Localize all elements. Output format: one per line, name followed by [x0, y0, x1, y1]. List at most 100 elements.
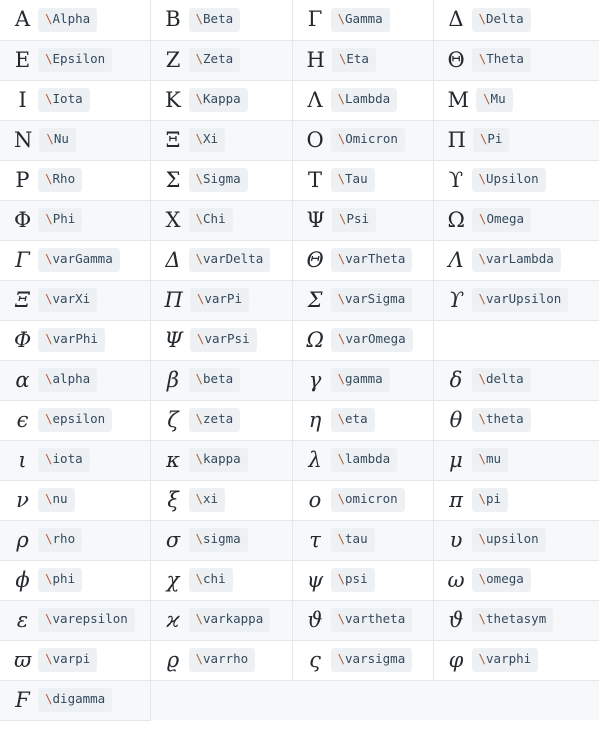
symbol-cell[interactable]: Φ \Phi [0, 200, 151, 241]
latex-command[interactable]: \omicron [330, 488, 405, 512]
latex-command[interactable]: \varLambda [471, 248, 561, 272]
symbol-cell[interactable]: Α \Alpha [0, 0, 151, 41]
latex-command[interactable]: \sigma [188, 528, 248, 552]
latex-command[interactable]: \varOmega [330, 328, 413, 352]
symbol-cell[interactable]: τ \tau [292, 520, 434, 561]
symbol-cell[interactable]: Ξ \varXi [0, 280, 151, 321]
latex-command[interactable]: \Pi [472, 128, 510, 152]
latex-command[interactable]: \Sigma [188, 168, 248, 192]
symbol-cell[interactable]: Δ \varDelta [150, 240, 293, 281]
latex-command[interactable]: \eta [330, 408, 375, 432]
latex-command[interactable]: \Iota [38, 88, 90, 112]
symbol-cell[interactable]: Κ \Kappa [150, 80, 293, 121]
latex-command[interactable]: \Tau [330, 168, 375, 192]
latex-command[interactable]: \xi [188, 488, 226, 512]
symbol-cell[interactable]: Η \Eta [292, 40, 434, 81]
symbol-cell[interactable]: Μ \Mu [433, 80, 599, 121]
symbol-cell[interactable]: ν \nu [0, 480, 151, 521]
symbol-cell[interactable]: Γ \varGamma [0, 240, 151, 281]
latex-command[interactable]: \varGamma [38, 248, 120, 272]
latex-command[interactable]: \chi [188, 568, 233, 592]
symbol-cell[interactable]: Ω \varOmega [292, 320, 434, 361]
symbol-cell[interactable]: ϒ \Upsilon [433, 160, 599, 201]
symbol-cell[interactable]: Χ \Chi [150, 200, 293, 241]
symbol-cell[interactable]: ϑ \vartheta [292, 600, 434, 641]
latex-command[interactable]: \Phi [38, 208, 83, 232]
symbol-cell[interactable]: Ι \Iota [0, 80, 151, 121]
latex-command[interactable]: \varPi [189, 288, 249, 312]
latex-command[interactable]: \Kappa [188, 88, 248, 112]
symbol-cell[interactable]: Λ \Lambda [292, 80, 434, 121]
symbol-cell[interactable]: ϑ \thetasym [433, 600, 599, 641]
symbol-cell[interactable]: Ω \Omega [433, 200, 599, 241]
latex-command[interactable]: \delta [471, 368, 531, 392]
symbol-cell[interactable]: λ \lambda [292, 440, 434, 481]
symbol-cell[interactable]: Θ \Theta [433, 40, 599, 81]
symbol-cell[interactable]: Λ \varLambda [433, 240, 599, 281]
symbol-cell[interactable]: Δ \Delta [433, 0, 599, 41]
latex-command[interactable]: \varDelta [188, 248, 271, 272]
symbol-cell[interactable]: Ξ \Xi [150, 120, 293, 161]
latex-command[interactable]: \Lambda [330, 88, 398, 112]
symbol-cell[interactable]: Ν \Nu [0, 120, 151, 161]
latex-command[interactable]: \Xi [188, 128, 226, 152]
symbol-cell[interactable]: Ψ \varPsi [150, 320, 293, 361]
latex-command[interactable]: \Rho [38, 168, 83, 192]
symbol-cell[interactable]: Γ \Gamma [292, 0, 434, 41]
symbol-cell[interactable]: ζ \zeta [150, 400, 293, 441]
latex-command[interactable]: \upsilon [471, 528, 546, 552]
latex-command[interactable]: \digamma [38, 688, 113, 712]
latex-command[interactable]: \varsigma [330, 648, 413, 672]
symbol-cell[interactable]: Τ \Tau [292, 160, 434, 201]
symbol-cell[interactable]: ϰ \varkappa [150, 600, 293, 641]
latex-command[interactable]: \vartheta [330, 608, 413, 632]
symbol-cell[interactable]: ϒ \varUpsilon [433, 280, 599, 321]
symbol-cell[interactable]: Π \varPi [150, 280, 293, 321]
symbol-cell[interactable]: ξ \xi [150, 480, 293, 521]
latex-command[interactable]: \lambda [330, 448, 398, 472]
latex-command[interactable]: \Theta [471, 48, 531, 72]
symbol-cell[interactable]: Β \Beta [150, 0, 293, 41]
symbol-cell[interactable]: Ζ \Zeta [150, 40, 293, 81]
symbol-cell[interactable]: ϱ \varrho [150, 640, 293, 681]
symbol-cell[interactable]: Ε \Epsilon [0, 40, 151, 81]
latex-command[interactable]: \varkappa [188, 608, 271, 632]
latex-command[interactable]: \rho [38, 528, 83, 552]
symbol-cell[interactable]: π \pi [433, 480, 599, 521]
symbol-cell[interactable]: φ \varphi [433, 640, 599, 681]
symbol-cell[interactable]: Φ \varPhi [0, 320, 151, 361]
symbol-cell[interactable]: σ \sigma [150, 520, 293, 561]
symbol-cell[interactable]: ε \varepsilon [0, 600, 151, 641]
latex-command[interactable]: \varphi [471, 648, 539, 672]
latex-command[interactable]: \kappa [188, 448, 248, 472]
symbol-cell[interactable]: χ \chi [150, 560, 293, 601]
latex-command[interactable]: \alpha [38, 368, 98, 392]
latex-command[interactable]: \epsilon [38, 408, 113, 432]
symbol-cell[interactable]: Σ \varSigma [292, 280, 434, 321]
latex-command[interactable]: \varrho [188, 648, 256, 672]
latex-command[interactable]: \Omega [471, 208, 532, 232]
symbol-cell[interactable]: ϵ \epsilon [0, 400, 151, 441]
symbol-cell[interactable]: β \beta [150, 360, 293, 401]
symbol-cell[interactable]: ϕ \phi [0, 560, 151, 601]
latex-command[interactable]: \varUpsilon [471, 288, 569, 312]
latex-command[interactable]: \varSigma [330, 288, 413, 312]
latex-command[interactable]: \omega [471, 568, 531, 592]
latex-command[interactable]: \mu [471, 448, 509, 472]
latex-command[interactable]: \varPhi [38, 328, 105, 352]
latex-command[interactable]: \Beta [188, 8, 241, 32]
symbol-cell[interactable]: ς \varsigma [292, 640, 434, 681]
latex-command[interactable]: \tau [330, 528, 375, 552]
symbol-cell[interactable]: ι \iota [0, 440, 151, 481]
latex-command[interactable]: \psi [330, 568, 375, 592]
latex-command[interactable]: \theta [471, 408, 531, 432]
latex-command[interactable]: \Mu [476, 88, 513, 112]
latex-command[interactable]: \beta [188, 368, 241, 392]
latex-command[interactable]: \gamma [330, 368, 390, 392]
latex-command[interactable]: \Nu [39, 128, 76, 152]
latex-command[interactable]: \Eta [331, 48, 376, 72]
latex-command[interactable]: \Delta [471, 8, 531, 32]
symbol-cell[interactable]: ϖ \varpi [0, 640, 151, 681]
symbol-cell[interactable]: κ \kappa [150, 440, 293, 481]
latex-command[interactable]: \Chi [188, 208, 233, 232]
